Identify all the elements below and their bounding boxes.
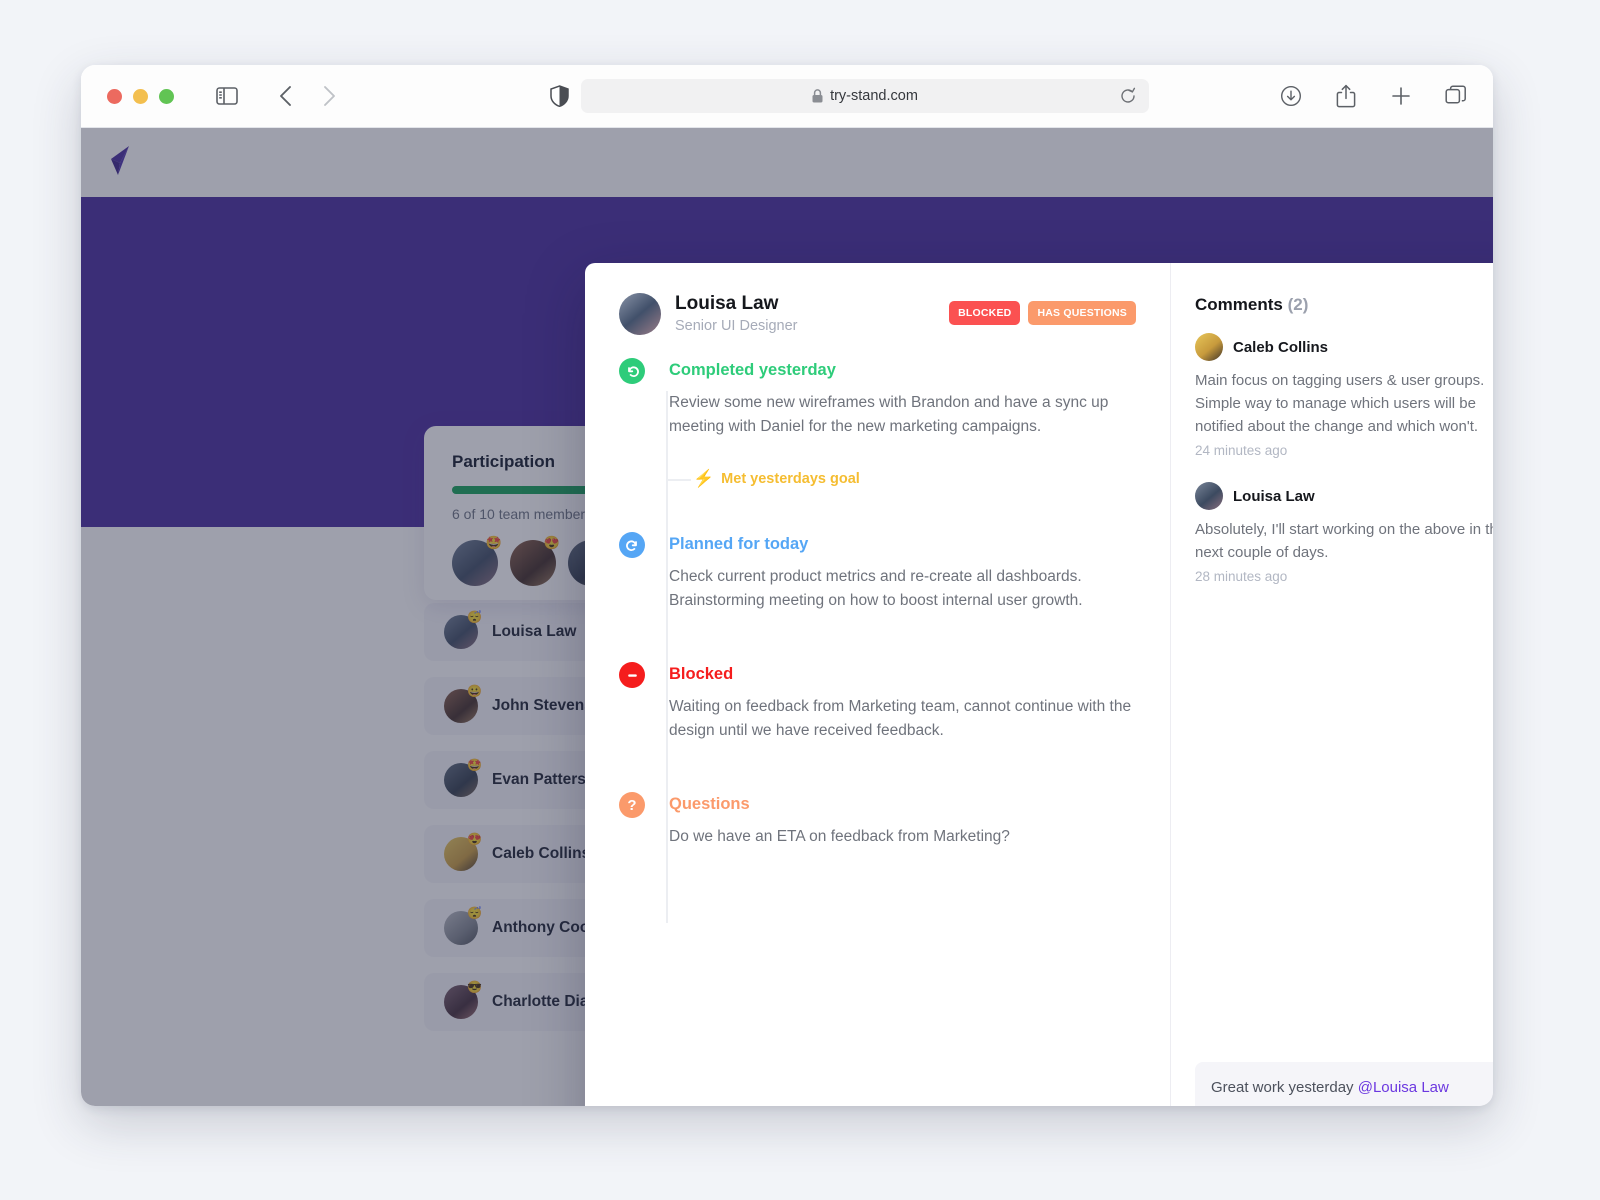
share-icon[interactable] <box>1329 79 1363 113</box>
section-title: Completed yesterday <box>669 361 836 379</box>
met-goal-label: Met yesterdays goal <box>721 471 860 487</box>
minus-circle-icon <box>619 662 645 688</box>
browser-window: try-stand.com Participation 6 of 10 team… <box>81 65 1493 1106</box>
avatar <box>619 293 661 335</box>
comments-heading-label: Comments <box>1195 295 1283 314</box>
tab-overview-icon[interactable] <box>1439 79 1473 113</box>
address-bar[interactable]: try-stand.com <box>581 79 1149 113</box>
chevron-left-icon[interactable] <box>268 79 302 113</box>
goal-connector-line <box>667 479 691 481</box>
comments-pane: Comments (2) Caleb Collins Main focus on … <box>1170 263 1493 1106</box>
page-viewport: Design 10 team members atte Manage Team … <box>81 128 1493 1106</box>
section-text: Check current product metrics and re-cre… <box>669 568 1083 609</box>
comment-author: Louisa Law <box>1233 487 1315 505</box>
chevron-right-icon[interactable] <box>312 79 346 113</box>
comment-timestamp: 24 minutes ago <box>1195 443 1288 458</box>
comment-list: Caleb Collins Main focus on tagging users… <box>1195 333 1493 584</box>
comments-count: (2) <box>1287 295 1309 314</box>
browser-toolbar-actions <box>1274 79 1473 113</box>
comment-text: Main focus on tagging users & user group… <box>1195 372 1485 435</box>
section-text: Review some new wireframes with Brandon … <box>669 394 1109 435</box>
standup-modal-header: Louisa Law Senior UI Designer BLOCKED HA… <box>585 263 1170 335</box>
reload-icon[interactable] <box>1119 87 1137 109</box>
comment-author: Caleb Collins <box>1233 338 1329 356</box>
redo-arrow-icon <box>619 532 645 558</box>
section-completed-yesterday: Completed yesterday Review some new wire… <box>619 357 1136 439</box>
comments-heading: Comments (2) <box>1195 295 1493 315</box>
section-text: Waiting on feedback from Marketing team,… <box>669 698 1132 739</box>
comment-header: Louisa Law <box>1195 482 1493 510</box>
comment-timestamp: 28 minutes ago <box>1195 569 1288 584</box>
standup-detail-pane: Louisa Law Senior UI Designer BLOCKED HA… <box>585 263 1170 1106</box>
section-blocked: Blocked Waiting on feedback from Marketi… <box>619 661 1136 743</box>
comment-header: Caleb Collins <box>1195 333 1493 361</box>
comment-input-text: Great work yesterday <box>1211 1079 1358 1096</box>
lock-icon <box>812 89 823 103</box>
comment-input[interactable]: Great work yesterday @Louisa Law <box>1195 1062 1493 1106</box>
shield-icon[interactable] <box>542 79 576 113</box>
section-title: Questions <box>669 795 750 813</box>
maximize-window-button[interactable] <box>159 88 174 104</box>
undo-arrow-icon <box>619 358 645 384</box>
comments-panel: Comments (2) Caleb Collins Main focus on … <box>1171 263 1493 584</box>
standup-detail-modal: Louisa Law Senior UI Designer BLOCKED HA… <box>585 263 1493 1106</box>
question-mark-icon: ? <box>619 792 645 818</box>
comment-mention: @Louisa Law <box>1357 1079 1449 1096</box>
standup-user-name: Louisa Law <box>675 293 779 314</box>
minimize-window-button[interactable] <box>133 88 148 104</box>
download-icon[interactable] <box>1274 79 1308 113</box>
avatar <box>1195 333 1223 361</box>
status-badge-group: BLOCKED HAS QUESTIONS <box>949 293 1136 325</box>
comment-item: Louisa Law Absolutely, I'll start working… <box>1195 482 1493 584</box>
section-title: Planned for today <box>669 535 809 553</box>
status-badge-has-questions: HAS QUESTIONS <box>1028 301 1136 325</box>
status-badge-blocked: BLOCKED <box>949 301 1021 325</box>
section-text: Do we have an ETA on feedback from Marke… <box>669 828 1010 845</box>
comment-text: Absolutely, I'll start working on the ab… <box>1195 521 1493 561</box>
window-controls[interactable] <box>107 88 174 104</box>
plus-icon[interactable] <box>1384 79 1418 113</box>
comment-item: Caleb Collins Main focus on tagging users… <box>1195 333 1493 458</box>
sidebar-toggle-icon[interactable] <box>210 79 244 113</box>
browser-toolbar: try-stand.com <box>81 65 1493 128</box>
avatar <box>1195 482 1223 510</box>
standup-sections: Completed yesterday Review some new wire… <box>585 335 1170 1106</box>
comment-composer: Great work yesterday @Louisa Law Post Co… <box>1195 1062 1493 1106</box>
close-window-button[interactable] <box>107 88 122 104</box>
met-goal-row: ⚡ Met yesterdays goal <box>619 469 1136 489</box>
lightning-bolt-icon: ⚡ <box>693 469 715 488</box>
section-planned-for-today: Planned for today Check current product … <box>619 531 1136 613</box>
section-questions: ? Questions Do we have an ETA on feedbac… <box>619 791 1136 849</box>
section-title: Blocked <box>669 665 734 683</box>
standup-user-role: Senior UI Designer <box>675 318 798 334</box>
address-bar-url: try-stand.com <box>830 88 918 104</box>
